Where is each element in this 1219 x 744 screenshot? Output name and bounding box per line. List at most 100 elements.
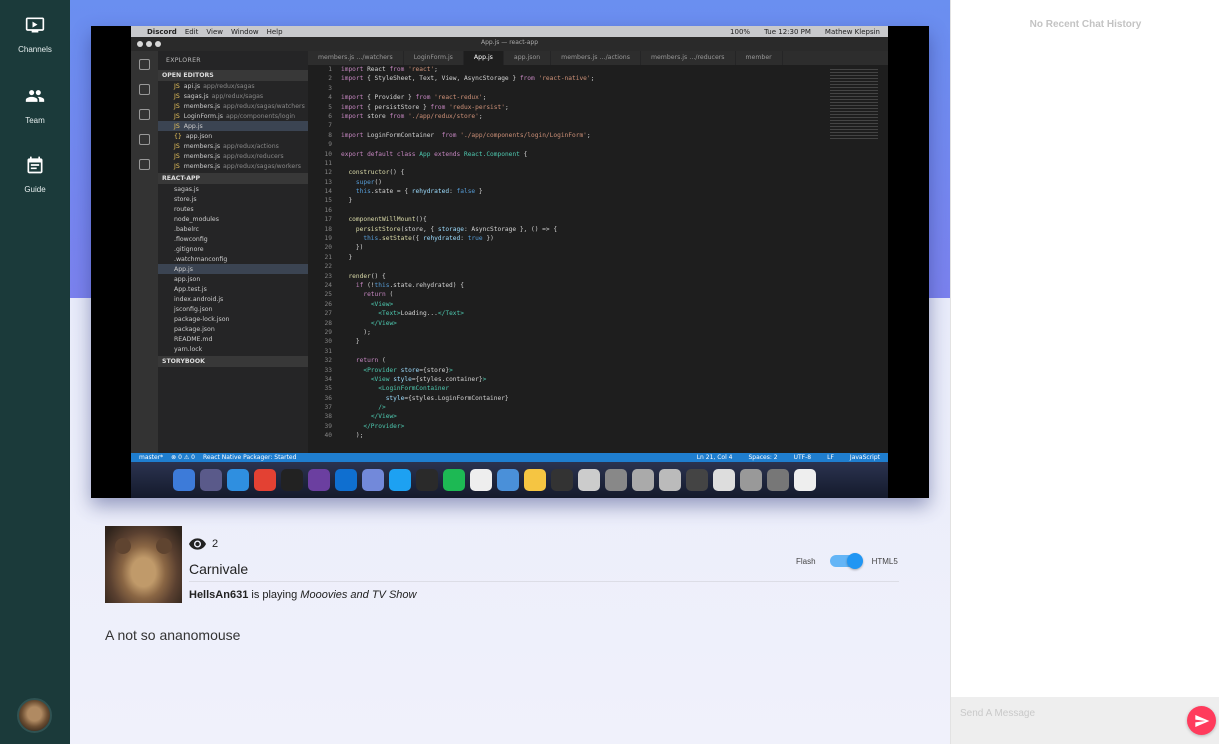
dock-app-icon[interactable] xyxy=(524,469,546,491)
dock-app-icon[interactable] xyxy=(173,469,195,491)
chat-empty-state: No Recent Chat History xyxy=(1029,19,1142,30)
calendar-icon xyxy=(27,156,43,174)
explorer-file[interactable]: JS sagas.js app/redux/sagas xyxy=(158,91,308,101)
status-position: Ln 21, Col 4 xyxy=(696,454,733,461)
video-player[interactable]: Discord Edit View Window Help 100% Tue 1… xyxy=(91,26,929,498)
dock-app-icon[interactable] xyxy=(605,469,627,491)
dock-app-icon[interactable] xyxy=(281,469,303,491)
dock-app-icon[interactable] xyxy=(443,469,465,491)
editor-tabs: members.js …/watchers LoginForm.js App.js a… xyxy=(308,51,888,65)
explorer-file[interactable]: App.test.js xyxy=(158,284,308,294)
explorer-file[interactable]: index.android.js xyxy=(158,294,308,304)
explorer-file[interactable]: README.md xyxy=(158,334,308,344)
eye-icon xyxy=(189,538,206,550)
status-eol: LF xyxy=(827,454,834,461)
editor-tab[interactable]: member xyxy=(736,51,783,65)
explorer-file[interactable]: routes xyxy=(158,204,308,214)
explorer-file[interactable]: .watchmanconfig xyxy=(158,254,308,264)
explorer-file[interactable]: App.js xyxy=(158,264,308,274)
dock-app-icon[interactable] xyxy=(416,469,438,491)
dock-app-icon[interactable] xyxy=(227,469,249,491)
explorer-file[interactable]: .flowconfig xyxy=(158,234,308,244)
people-icon xyxy=(25,90,45,102)
explorer-file[interactable]: JS members.js app/redux/sagas/workers xyxy=(158,161,308,171)
nav-item-guide[interactable]: Guide xyxy=(0,155,70,197)
dock-app-icon[interactable] xyxy=(254,469,276,491)
dock-app-icon[interactable] xyxy=(713,469,735,491)
dock-app-icon[interactable] xyxy=(686,469,708,491)
stream-screen: Discord Edit View Window Help 100% Tue 1… xyxy=(131,26,888,498)
explorer-file[interactable]: {} app.json xyxy=(158,131,308,141)
explorer-file[interactable]: .gitignore xyxy=(158,244,308,254)
dock-app-icon[interactable] xyxy=(308,469,330,491)
explorer-file[interactable]: store.js xyxy=(158,194,308,204)
channel-title: Carnivale xyxy=(189,561,249,577)
explorer-file[interactable]: JS App.js xyxy=(158,121,308,131)
status-branch: master* xyxy=(139,454,164,461)
playing-text: is playing xyxy=(251,589,298,601)
editor-tab[interactable]: app.json xyxy=(504,51,552,65)
explorer-file[interactable]: yarn.lock xyxy=(158,344,308,354)
dock-app-icon[interactable] xyxy=(632,469,654,491)
explorer-file[interactable]: JS api.js app/redux/sagas xyxy=(158,81,308,91)
explorer-file[interactable]: app.json xyxy=(158,274,308,284)
explorer-file[interactable]: jsconfig.json xyxy=(158,304,308,314)
nav-item-team[interactable]: Team xyxy=(0,86,70,128)
player-mode-switch[interactable] xyxy=(829,553,863,569)
dock-app-icon[interactable] xyxy=(659,469,681,491)
minimap xyxy=(830,69,878,141)
editor-tab[interactable]: members.js …/actions xyxy=(551,51,641,65)
editor-tab[interactable]: LoginForm.js xyxy=(404,51,464,65)
channel-thumbnail xyxy=(105,526,182,603)
streamer-name[interactable]: HellsAn631 xyxy=(189,589,248,601)
menubar-clock: Tue 12:30 PM xyxy=(764,27,811,36)
game-name[interactable]: Mooovies and TV Show xyxy=(300,589,416,601)
nav-label-channels: Channels xyxy=(18,45,52,54)
explorer-file[interactable]: package.json xyxy=(158,324,308,334)
file-explorer: EXPLORER OPEN EDITORS JS api.js app/redux/… xyxy=(158,51,308,453)
dock-app-icon[interactable] xyxy=(740,469,762,491)
nav-item-channels[interactable]: Channels xyxy=(0,15,70,57)
storybook-header: STORYBOOK xyxy=(158,356,308,367)
open-editors-header: OPEN EDITORS xyxy=(158,70,308,81)
menubar-menu: Help xyxy=(266,27,283,36)
code-editor: 1 import React from 'react'; 2 import { St… xyxy=(308,65,888,453)
dock-app-icon[interactable] xyxy=(389,469,411,491)
dock-app-icon[interactable] xyxy=(470,469,492,491)
explorer-file[interactable]: JS members.js app/redux/actions xyxy=(158,141,308,151)
explorer-file[interactable]: sagas.js xyxy=(158,184,308,194)
editor-tab[interactable]: members.js …/reducers xyxy=(641,51,736,65)
mac-menubar: Discord Edit View Window Help 100% Tue 1… xyxy=(131,26,888,37)
project-header: REACT-APP xyxy=(158,173,308,184)
user-avatar[interactable] xyxy=(17,698,52,733)
explorer-file[interactable]: package-lock.json xyxy=(158,314,308,324)
viewer-count-value: 2 xyxy=(212,538,219,550)
editor-tab[interactable]: App.js xyxy=(463,51,504,65)
editor-tab[interactable]: members.js …/watchers xyxy=(308,51,404,65)
send-button[interactable] xyxy=(1187,706,1216,735)
dock-app-icon[interactable] xyxy=(794,469,816,491)
dock-app-icon[interactable] xyxy=(578,469,600,491)
menubar-user: Mathew Klepsin xyxy=(824,27,880,36)
window-title: App.js — react-app xyxy=(480,39,539,46)
chat-panel: No Recent Chat History xyxy=(950,0,1219,744)
tv-icon xyxy=(25,17,45,33)
explorer-file[interactable]: node_modules xyxy=(158,214,308,224)
switch-knob xyxy=(846,553,863,569)
dock-app-icon[interactable] xyxy=(767,469,789,491)
message-input[interactable] xyxy=(951,697,1181,744)
nav-label-guide: Guide xyxy=(24,185,46,194)
explorer-file[interactable]: JS members.js app/redux/reducers xyxy=(158,151,308,161)
dock-app-icon[interactable] xyxy=(362,469,384,491)
explorer-file[interactable]: JS LoginForm.js app/components/login xyxy=(158,111,308,121)
menubar-menu: Edit xyxy=(184,27,199,36)
dock-app-icon[interactable] xyxy=(551,469,573,491)
viewer-count: 2 xyxy=(189,538,218,550)
explorer-file[interactable]: .babelrc xyxy=(158,224,308,234)
toggle-right-label: HTML5 xyxy=(871,556,898,566)
dock-app-icon[interactable] xyxy=(497,469,519,491)
dock-app-icon[interactable] xyxy=(200,469,222,491)
dock-app-icon[interactable] xyxy=(335,469,357,491)
menubar-app: Discord xyxy=(147,27,177,36)
explorer-file[interactable]: JS members.js app/redux/sagas/watchers xyxy=(158,101,308,111)
